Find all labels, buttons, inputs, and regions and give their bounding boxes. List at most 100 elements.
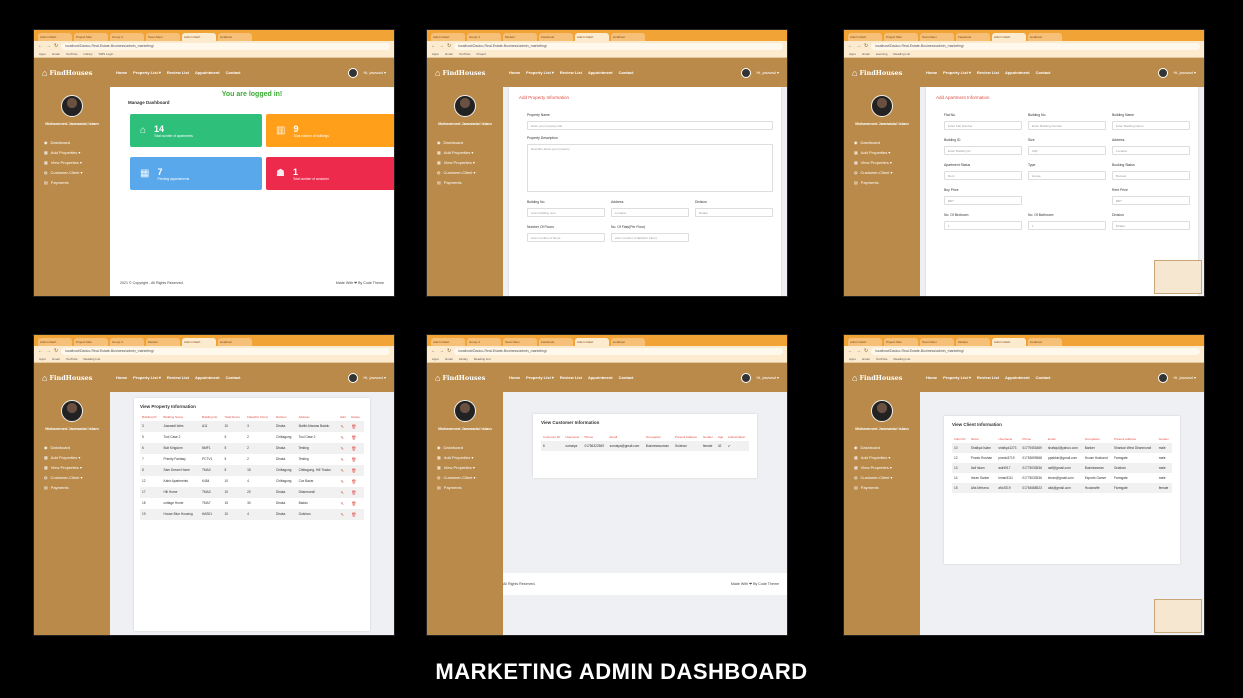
bookmark[interactable]: Gmail: [862, 52, 870, 56]
forward-icon[interactable]: →: [856, 348, 861, 354]
bookmark[interactable]: Reading List: [893, 357, 910, 361]
avatar[interactable]: [347, 67, 358, 78]
nav-home[interactable]: Home: [116, 70, 127, 75]
browser-tab[interactable]: Admin Dash: [992, 338, 1026, 346]
edit-icon[interactable]: ✎: [341, 479, 344, 484]
address-bar[interactable]: localhost/Dadoo-Real-Estate-Business/adm…: [454, 347, 783, 355]
stat-card-customers[interactable]: ☗ 1 Total number of customer: [266, 157, 394, 190]
bookmark[interactable]: YouTube: [459, 52, 471, 56]
nav-property-list[interactable]: Property List ▾: [943, 70, 971, 75]
delete-icon[interactable]: 🗑: [351, 468, 356, 473]
browser-tab[interactable]: localhost: [611, 338, 645, 346]
nav-contact[interactable]: Contact: [226, 375, 241, 380]
nav-property-list[interactable]: Property List ▾: [526, 375, 554, 380]
edit-icon[interactable]: ✎: [341, 512, 344, 517]
nav-appointment[interactable]: Appointment: [1005, 375, 1030, 380]
sidebar-item-view-properties[interactable]: ▦ View Properties ▾: [854, 465, 920, 470]
logo[interactable]: ⌂ FindHouses: [435, 68, 503, 78]
nav-property-list[interactable]: Property List ▾: [133, 375, 161, 380]
browser-tab[interactable]: Admin Dash: [38, 33, 72, 41]
bookmark[interactable]: Reading List: [474, 357, 491, 361]
logo[interactable]: ⌂ FindHouses: [42, 68, 110, 78]
delete-icon[interactable]: 🗑: [351, 490, 356, 495]
browser-tab[interactable]: localhost: [1028, 33, 1062, 41]
field-input[interactable]: Enter Flat Number: [944, 121, 1022, 130]
back-icon[interactable]: ←: [848, 43, 853, 49]
sidebar-item-customer-client[interactable]: ◍ Customer-Client ▾: [437, 475, 503, 480]
sidebar-item-dashboard[interactable]: ◉ Dashboard: [44, 140, 110, 145]
sidebar-item-customer-client[interactable]: ◍ Customer-Client ▾: [44, 170, 110, 175]
bookmark[interactable]: Apps: [849, 52, 856, 56]
sidebar-item-payments[interactable]: ▤ Payments: [44, 180, 110, 185]
avatar[interactable]: [740, 372, 751, 383]
division-select[interactable]: Dhaka: [695, 208, 773, 217]
nav-review-list[interactable]: Review List: [977, 70, 999, 75]
nav-appointment[interactable]: Appointment: [195, 70, 220, 75]
sidebar-item-add-properties[interactable]: ▦ Add Properties ▾: [44, 455, 110, 460]
browser-tab[interactable]: Team Mem: [920, 338, 954, 346]
user-menu[interactable]: Hi, jawwad ▾: [757, 70, 779, 75]
nav-review-list[interactable]: Review List: [560, 70, 582, 75]
avatar[interactable]: [1157, 372, 1168, 383]
nav-contact[interactable]: Contact: [226, 70, 241, 75]
edit-icon[interactable]: ✎: [341, 490, 344, 495]
forward-icon[interactable]: →: [46, 348, 51, 354]
bookmark[interactable]: Apps: [849, 357, 856, 361]
sidebar-item-add-properties[interactable]: ▦ Add Properties ▾: [437, 150, 503, 155]
forward-icon[interactable]: →: [46, 43, 51, 49]
sidebar-item-add-properties[interactable]: ▦ Add Properties ▾: [854, 150, 920, 155]
sidebar-item-customer-client[interactable]: ◍ Customer-Client ▾: [854, 475, 920, 480]
browser-tab[interactable]: Modern: [956, 338, 990, 346]
field-input[interactable]: Booked: [1112, 171, 1190, 180]
forward-icon[interactable]: →: [439, 43, 444, 49]
sidebar-item-customer-client[interactable]: ◍ Customer-Client ▾: [437, 170, 503, 175]
sidebar-item-add-properties[interactable]: ▦ Add Properties ▾: [44, 150, 110, 155]
browser-tab[interactable]: Admin Dash: [575, 33, 609, 41]
sidebar-item-payments[interactable]: ▤ Payments: [44, 485, 110, 490]
browser-tab[interactable]: Admin Dash: [848, 33, 882, 41]
nav-appointment[interactable]: Appointment: [195, 375, 220, 380]
reload-icon[interactable]: ↻: [447, 43, 451, 49]
user-menu[interactable]: Hi, jawwad ▾: [757, 375, 779, 380]
delete-icon[interactable]: 🗑: [351, 512, 356, 517]
sidebar-item-payments[interactable]: ▤ Payments: [437, 485, 503, 490]
nav-home[interactable]: Home: [509, 375, 520, 380]
bookmark[interactable]: Reading List: [83, 357, 100, 361]
field-input[interactable]: Rent: [944, 171, 1022, 180]
sidebar-item-add-properties[interactable]: ▦ Add Properties ▾: [437, 455, 503, 460]
delete-icon[interactable]: 🗑: [351, 446, 356, 451]
nav-home[interactable]: Home: [509, 70, 520, 75]
browser-tab[interactable]: Team Mem: [920, 33, 954, 41]
browser-tab[interactable]: Facebook: [956, 33, 990, 41]
bookmark[interactable]: Library: [459, 357, 468, 361]
browser-tab[interactable]: localhost: [1028, 338, 1062, 346]
nav-review-list[interactable]: Review List: [977, 375, 999, 380]
bookmark[interactable]: YouTube: [876, 357, 888, 361]
browser-tab[interactable]: Team Mem: [146, 33, 180, 41]
field-input[interactable]: BDT: [1112, 196, 1190, 205]
nav-appointment[interactable]: Appointment: [1005, 70, 1030, 75]
browser-tab[interactable]: Group 4: [110, 33, 144, 41]
nav-home[interactable]: Home: [926, 70, 937, 75]
sidebar-item-customer-client[interactable]: ◍ Customer-Client ▾: [854, 170, 920, 175]
address-bar[interactable]: localhost/Dadoo-Real-Estate-Business/adm…: [61, 347, 390, 355]
address-bar[interactable]: localhost/Dadoo-Real-Estate-Business/adm…: [871, 347, 1200, 355]
user-menu[interactable]: Hi, jawwad ▾: [364, 70, 386, 75]
sidebar-item-dashboard[interactable]: ◉ Dashboard: [437, 140, 503, 145]
bookmark[interactable]: Gmail: [445, 52, 453, 56]
bookmark[interactable]: Gmail: [52, 52, 60, 56]
nav-contact[interactable]: Contact: [1036, 375, 1051, 380]
sidebar-item-dashboard[interactable]: ◉ Dashboard: [854, 445, 920, 450]
browser-tab[interactable]: Project Man: [74, 338, 108, 346]
field-input[interactable]: Enter Building Number: [1028, 121, 1106, 130]
bookmark[interactable]: Library: [83, 52, 92, 56]
back-icon[interactable]: ←: [431, 43, 436, 49]
bookmark[interactable]: Apps: [39, 357, 46, 361]
reload-icon[interactable]: ↻: [447, 348, 451, 354]
edit-icon[interactable]: ✎: [341, 446, 344, 451]
bookmark[interactable]: SMS Login: [99, 52, 114, 56]
sidebar-item-view-properties[interactable]: ▦ View Properties ▾: [44, 160, 110, 165]
browser-tab[interactable]: localhost: [611, 33, 645, 41]
stat-card-apartments[interactable]: ⌂ 14 Total number of apartments: [130, 114, 262, 147]
nav-appointment[interactable]: Appointment: [588, 70, 613, 75]
